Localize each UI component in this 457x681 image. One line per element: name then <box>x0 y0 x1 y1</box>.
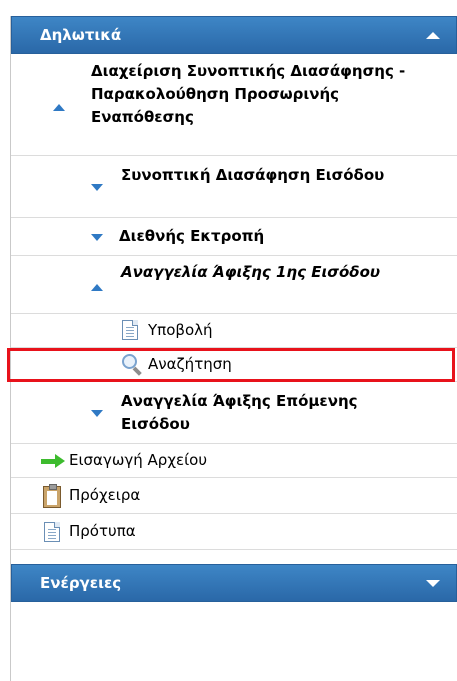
menu-item-label: Αναγγελία Άφιξης Επόμενης Εισόδου <box>121 392 358 433</box>
menu-item-summary-entry[interactable]: Συνοπτική Διασάφηση Εισόδου <box>11 156 457 218</box>
document-icon <box>44 522 60 542</box>
expand-up-icon[interactable] <box>91 284 103 291</box>
side-menu-panel: Δηλωτικά Διαχείριση Συνοπτικής Διασάφηση… <box>7 16 457 681</box>
menu-item-label: Αναγγελία Άφιξης 1ης Εισόδου <box>121 263 381 281</box>
expand-up-icon[interactable] <box>53 104 65 111</box>
menu-item-label: Διεθνής Εκτροπή <box>119 227 265 245</box>
magnifier-icon <box>122 354 142 376</box>
menu-item-search[interactable]: Αναζήτηση <box>7 348 457 382</box>
menu-item-templates[interactable]: Πρότυπα <box>11 514 457 550</box>
expand-down-icon[interactable] <box>91 410 103 417</box>
expand-down-icon[interactable] <box>91 184 103 191</box>
menu-item-label: Πρόχειρα <box>69 486 141 504</box>
menu-item-label: Πρότυπα <box>69 522 136 540</box>
actions-title: Ενέργειες <box>40 574 122 592</box>
chevron-down-icon[interactable] <box>426 579 440 587</box>
menu-item-arrival-notice-next[interactable]: Αναγγελία Άφιξης Επόμενης Εισόδου <box>11 382 457 444</box>
menu-item-label: Εισαγωγή Αρχείου <box>69 451 208 469</box>
menu-item-file-import[interactable]: Εισαγωγή Αρχείου <box>11 444 457 478</box>
chevron-up-icon[interactable] <box>426 31 440 39</box>
actions-header[interactable]: Ενέργειες <box>11 564 457 602</box>
declarations-header[interactable]: Δηλωτικά <box>11 16 457 54</box>
menu-item-arrival-notice-first[interactable]: Αναγγελία Άφιξης 1ης Εισόδου <box>11 256 457 314</box>
declarations-title: Δηλωτικά <box>40 26 122 44</box>
document-icon <box>122 320 138 340</box>
clipboard-icon <box>43 484 61 508</box>
menu-item-label: Συνοπτική Διασάφηση Εισόδου <box>121 166 385 184</box>
menu-item-summary-management[interactable]: Διαχείριση Συνοπτικής Διασάφησης - Παρακ… <box>11 54 457 156</box>
green-arrow-icon <box>41 454 65 468</box>
menu-item-label: Αναζήτηση <box>148 355 232 373</box>
menu-item-intl-diversion[interactable]: Διεθνής Εκτροπή <box>11 218 457 256</box>
expand-down-icon[interactable] <box>91 234 103 241</box>
menu-item-drafts[interactable]: Πρόχειρα <box>11 478 457 514</box>
menu-item-label: Υποβολή <box>148 321 213 339</box>
menu-item-label: Διαχείριση Συνοπτικής Διασάφησης - Παρακ… <box>91 62 406 126</box>
menu-item-submit[interactable]: Υποβολή <box>11 314 457 348</box>
